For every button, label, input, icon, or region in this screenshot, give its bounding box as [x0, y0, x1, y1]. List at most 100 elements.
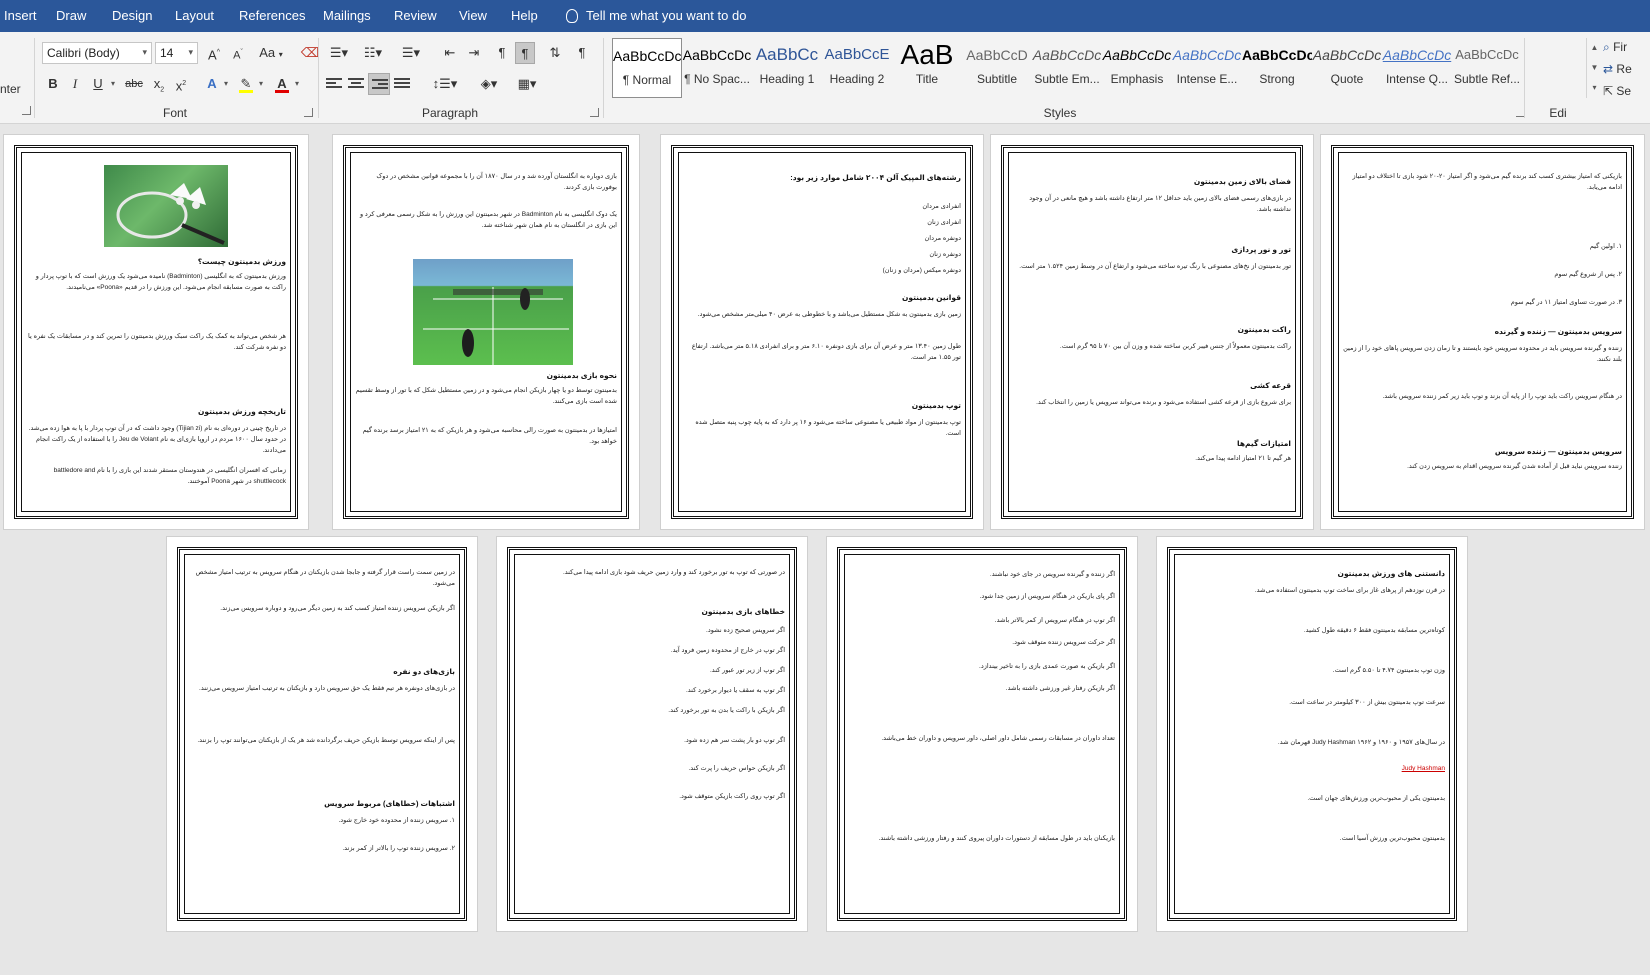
show-formatting-marks-icon[interactable]: ¶	[572, 42, 592, 64]
style-heading-2[interactable]: AaBbCcE Heading 2	[822, 38, 892, 98]
grow-font-button[interactable]: A^	[204, 42, 224, 64]
page3-text-3: توپ بدمینتون از مواد طبیعی یا مصنوعی ساخ…	[695, 419, 961, 437]
increase-indent-icon[interactable]: ⇥	[464, 42, 484, 64]
search-icon: ⌕	[1603, 40, 1610, 54]
chevron-down-icon[interactable]: ▾	[108, 73, 118, 95]
style-quote[interactable]: AaBbCcDc Quote	[1312, 38, 1382, 98]
tab-review[interactable]: Review	[394, 8, 437, 23]
shrink-font-button[interactable]: Aˇ	[228, 42, 248, 64]
document-page-8[interactable]: اگر زننده و گیرنده سرویس در جای خود نباش…	[826, 536, 1138, 932]
numbering-icon[interactable]: ☷▾	[360, 42, 386, 64]
tab-layout[interactable]: Layout	[175, 8, 214, 23]
borders-icon[interactable]: ▦▾	[512, 73, 542, 95]
chevron-down-icon[interactable]: ▾	[256, 73, 266, 95]
style-subtitle[interactable]: AaBbCcD Subtitle	[962, 38, 1032, 98]
tab-mailings[interactable]: Mailings	[323, 8, 371, 23]
page4-text-1: در بازی‌های رسمی فضای بالای زمین باید حد…	[1029, 195, 1291, 213]
font-name-combo[interactable]: Calibri (Body) ▾	[42, 42, 152, 64]
document-page-4[interactable]: فضای بالای زمین بدمینتون در بازی‌های رسم…	[990, 134, 1314, 530]
badminton-court-image	[413, 259, 573, 365]
right-to-left-icon[interactable]: ¶	[515, 42, 535, 64]
styles-gallery-scroll: ▲ ▼ ▾	[1586, 38, 1602, 98]
style-strong[interactable]: AaBbCcDc Strong	[1242, 38, 1312, 98]
document-page-6[interactable]: در زمین سمت راست قرار گرفته و جابجا شدن …	[166, 536, 478, 932]
document-page-1[interactable]: ورزش بدمینتون چیست؟ ورزش بدمینتون که به …	[3, 134, 309, 530]
page7-item-1: اگر سرویس صحیح زده نشود.	[706, 627, 785, 634]
find-button[interactable]: ⌕ Fir	[1603, 36, 1632, 58]
page5-text-3: در هنگام سرویس راکت باید توپ را از پایه …	[1382, 393, 1622, 400]
highlight-color-button[interactable]: ✎	[236, 73, 256, 95]
change-case-button[interactable]: Aa ▾	[256, 42, 286, 64]
subscript-button[interactable]: x2	[150, 73, 168, 95]
bullets-icon[interactable]: ☰▾	[326, 42, 352, 64]
page9-name-judy: Judy Hashman	[1401, 765, 1445, 772]
chevron-down-icon[interactable]: ▾	[221, 73, 231, 95]
style-subtle-emphasis[interactable]: AaBbCcDc Subtle Em...	[1032, 38, 1102, 98]
page7-item-7: اگر بازیکن حواس حریف را پرت کند.	[688, 765, 785, 772]
lightbulb-icon	[566, 8, 578, 23]
page3-item-5: دونفره میکس (مردان و زنان)	[882, 267, 961, 274]
page6-item-2: ۲. سرویس زننده توپ را بالاتر از کمر بزند…	[342, 845, 455, 852]
line-spacing-icon[interactable]: ↕☰▾	[430, 73, 460, 95]
align-right-icon[interactable]	[368, 73, 390, 95]
style-normal[interactable]: AaBbCcDc ¶ Normal	[612, 38, 682, 98]
bold-button[interactable]: B	[44, 73, 62, 95]
tab-help[interactable]: Help	[511, 8, 538, 23]
style-heading-1[interactable]: AaBbCc Heading 1	[752, 38, 822, 98]
font-color-icon: A	[277, 76, 287, 91]
page5-text-2: زننده و گیرنده سرویس باید در محدوده سروی…	[1343, 345, 1622, 363]
strikethrough-button[interactable]: abc	[123, 73, 145, 95]
align-left-icon[interactable]	[324, 73, 344, 95]
style-intense-emphasis[interactable]: AaBbCcDc Intense E...	[1172, 38, 1242, 98]
tell-me-box[interactable]: Tell me what you want to do	[566, 8, 746, 23]
font-color-button[interactable]: A	[272, 73, 292, 95]
paragraph-launcher-icon[interactable]	[590, 108, 599, 117]
sort-icon[interactable]: ⇅	[545, 42, 565, 64]
page8-text-2: بازیکنان باید در طول مسابقه از دستورات د…	[878, 835, 1115, 842]
align-center-icon[interactable]	[346, 73, 366, 95]
style-subtle-reference[interactable]: AaBbCcDc Subtle Ref...	[1452, 38, 1522, 98]
tab-insert[interactable]: Insert	[4, 8, 37, 23]
document-page-7[interactable]: در صورتی که توپ به تور برخورد کند و وارد…	[496, 536, 808, 932]
style-title[interactable]: AaB Title	[892, 38, 962, 98]
font-size-combo[interactable]: 14 ▾	[155, 42, 198, 64]
document-page-9[interactable]: دانستنی های ورزش بدمینتون در قرن نوزدهم …	[1156, 536, 1468, 932]
page3-item-1: انفرادی مردان	[922, 203, 961, 210]
document-area[interactable]: ورزش بدمینتون چیست؟ ورزش بدمینتون که به …	[0, 124, 1650, 975]
text-effects-icon[interactable]: A	[203, 73, 221, 95]
document-page-5[interactable]: بازیکنی که امتیاز بیشتری کسب کند برنده گ…	[1320, 134, 1645, 530]
cursor-icon: ⇱	[1603, 84, 1614, 98]
document-page-3[interactable]: رشته‌های المپیک آلن ۲۰۰۴ شامل موارد زیر …	[660, 134, 984, 530]
replace-button[interactable]: ⇄ Re	[1603, 58, 1632, 80]
chevron-down-icon[interactable]: ▾	[292, 73, 302, 95]
gallery-down-icon[interactable]: ▼	[1587, 58, 1602, 78]
gallery-more-icon[interactable]: ▾	[1587, 78, 1602, 98]
document-page-2[interactable]: بازی دوباره به انگلستان آورده شد و در سا…	[332, 134, 640, 530]
decrease-indent-icon[interactable]: ⇤	[440, 42, 460, 64]
tab-references[interactable]: References	[239, 8, 305, 23]
style-intense-quote[interactable]: AaBbCcDc Intense Q...	[1382, 38, 1452, 98]
page2-text-1: بازی دوباره به انگلستان آورده شد و در سا…	[376, 173, 617, 191]
left-to-right-icon[interactable]: ¶	[492, 42, 512, 64]
multilevel-list-icon[interactable]: ☰▾	[396, 42, 426, 64]
superscript-button[interactable]: x2	[172, 73, 190, 95]
tab-view[interactable]: View	[459, 8, 487, 23]
style-no-spacing[interactable]: AaBbCcDc ¶ No Spac...	[682, 38, 752, 98]
clipboard-launcher-icon[interactable]	[22, 106, 31, 115]
font-launcher-icon[interactable]	[304, 108, 313, 117]
select-button[interactable]: ⇱ Se	[1603, 80, 1632, 102]
page6-heading-2: اشتباهات (خطاهای) مربوط سرویس	[324, 799, 455, 808]
style-emphasis[interactable]: AaBbCcDc Emphasis	[1102, 38, 1172, 98]
shading-icon[interactable]: ◈▾	[474, 73, 504, 95]
justify-icon[interactable]	[392, 73, 418, 95]
italic-button[interactable]: I	[66, 73, 84, 95]
gallery-up-icon[interactable]: ▲	[1587, 38, 1602, 58]
underline-button[interactable]: U	[89, 73, 107, 95]
editing-group-label: Edi	[1549, 106, 1567, 120]
page5-item-3: ۳. در صورت تساوی امتیاز ۱۱ در گیم سوم	[1510, 299, 1622, 306]
tab-design[interactable]: Design	[112, 8, 152, 23]
tab-draw[interactable]: Draw	[56, 8, 86, 23]
page8-item-3: اگر توپ در هنگام سرویس از کمر بالاتر باش…	[994, 617, 1115, 624]
page7-text-1: در صورتی که توپ به تور برخورد کند و وارد…	[562, 569, 785, 576]
clear-formatting-icon[interactable]: ⌫	[300, 42, 320, 64]
